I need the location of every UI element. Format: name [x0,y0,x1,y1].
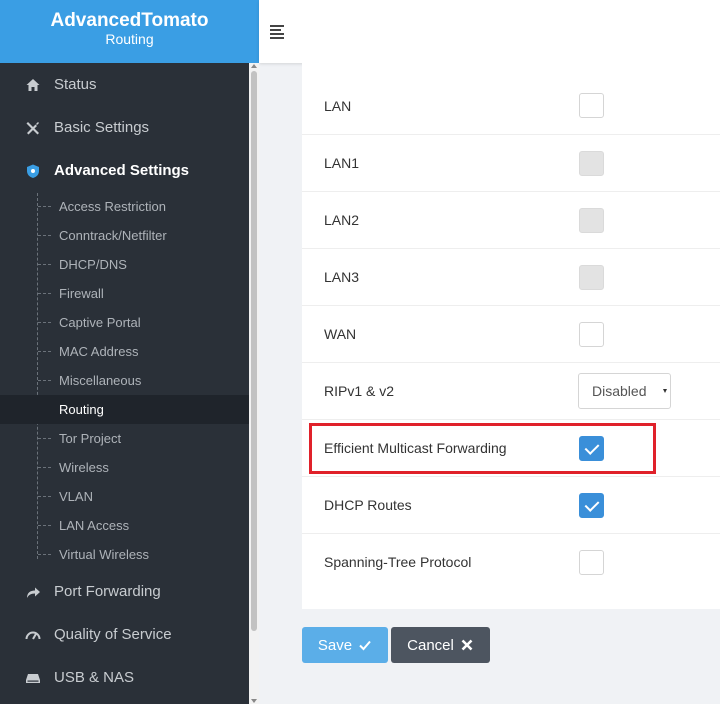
rip-select-value: Disabled [592,383,647,399]
sidebar-subitem-miscellaneous[interactable]: Miscellaneous [0,366,249,395]
sidebar-item-label: Status [54,76,97,93]
scroll-up-icon[interactable] [251,64,257,68]
sidebar: Status Basic Settings Advanced Settings … [0,63,249,704]
setting-label: Spanning-Tree Protocol [324,554,472,570]
lan1-checkbox [579,150,604,176]
tools-icon [0,120,54,136]
sidebar-subitem-conntrack[interactable]: Conntrack/Netfilter [0,221,249,250]
sidebar-item-label: Advanced Settings [54,162,190,179]
sidebar-item-label: Basic Settings [54,119,150,136]
rip-select[interactable]: Disabled [578,373,671,409]
sidebar-subitem-virtual-wireless[interactable]: Virtual Wireless [0,540,249,569]
sidebar-subitem-routing[interactable]: Routing [0,395,249,424]
wan-checkbox[interactable] [579,321,604,347]
setting-row-wan: WAN [302,305,720,362]
sidebar-scrollbar[interactable] [249,63,259,704]
scrollbar-thumb[interactable] [251,71,257,631]
sidebar-subitem-lan-access[interactable]: LAN Access [0,511,249,540]
shield-icon [0,163,54,179]
stp-checkbox[interactable] [579,549,604,575]
sidebar-item-qos[interactable]: Quality of Service [0,613,249,656]
setting-row-lan3: LAN3 [302,248,720,305]
check-icon [359,640,371,651]
lan3-checkbox [579,264,604,290]
sidebar-item-port-forwarding[interactable]: Port Forwarding [0,570,249,613]
sidebar-subitem-firewall[interactable]: Firewall [0,279,249,308]
lan-checkbox[interactable] [579,93,604,118]
sidebar-item-label: Quality of Service [54,626,172,643]
setting-row-dhcp-routes: DHCP Routes [302,476,720,533]
gauge-icon [0,627,54,643]
setting-label: LAN [324,97,352,114]
setting-label: WAN [324,326,357,342]
sidebar-item-label: Port Forwarding [54,583,161,600]
setting-label: DHCP Routes [324,497,412,513]
brand-name: AdvancedTomato [50,10,209,31]
sidebar-subitem-vlan[interactable]: VLAN [0,482,249,511]
home-icon [0,77,54,93]
close-icon [461,639,473,651]
lan2-checkbox [579,207,604,233]
sidebar-subitem-access-restriction[interactable]: Access Restriction [0,192,249,221]
setting-label: LAN2 [324,212,360,228]
sidebar-item-basic-settings[interactable]: Basic Settings [0,106,249,149]
save-button-label: Save [317,636,353,654]
routing-settings-card: LAN LAN1 LAN2 LAN3 WAN RIPv1 & v2 Disabl… [302,63,720,609]
sidebar-item-usb-nas[interactable]: USB & NAS [0,656,249,699]
menu-toggle-icon[interactable] [270,25,284,39]
sidebar-subitem-dhcp-dns[interactable]: DHCP/DNS [0,250,249,279]
scroll-down-icon[interactable] [251,699,257,703]
sidebar-item-status[interactable]: Status [0,63,249,106]
setting-row-stp: Spanning-Tree Protocol [302,533,720,590]
setting-row-lan: LAN [302,77,720,134]
sidebar-item-label: USB & NAS [54,669,135,686]
cancel-button[interactable]: Cancel [391,627,490,663]
save-button[interactable]: Save [302,627,388,663]
setting-row-lan1: LAN1 [302,134,720,191]
sidebar-subitem-mac-address[interactable]: MAC Address [0,337,249,366]
sidebar-subitem-wireless[interactable]: Wireless [0,453,249,482]
caret-down-icon [663,389,667,393]
cancel-button-label: Cancel [407,636,454,654]
brand-header[interactable]: AdvancedTomato Routing [0,0,259,63]
dhcp-routes-checkbox[interactable] [579,492,604,518]
highlight-box [309,423,656,474]
setting-row-rip: RIPv1 & v2 Disabled [302,362,720,419]
share-arrow-icon [0,584,54,600]
sidebar-item-advanced-settings[interactable]: Advanced Settings [0,149,249,192]
sidebar-subitem-tor-project[interactable]: Tor Project [0,424,249,453]
setting-label: LAN3 [324,269,360,285]
setting-label: RIPv1 & v2 [324,383,395,399]
sidebar-subitem-captive-portal[interactable]: Captive Portal [0,308,249,337]
brand-subtitle: Routing [105,31,154,47]
top-bar [259,0,720,63]
hard-drive-icon [0,670,54,686]
setting-label: LAN1 [324,155,360,171]
setting-row-lan2: LAN2 [302,191,720,248]
